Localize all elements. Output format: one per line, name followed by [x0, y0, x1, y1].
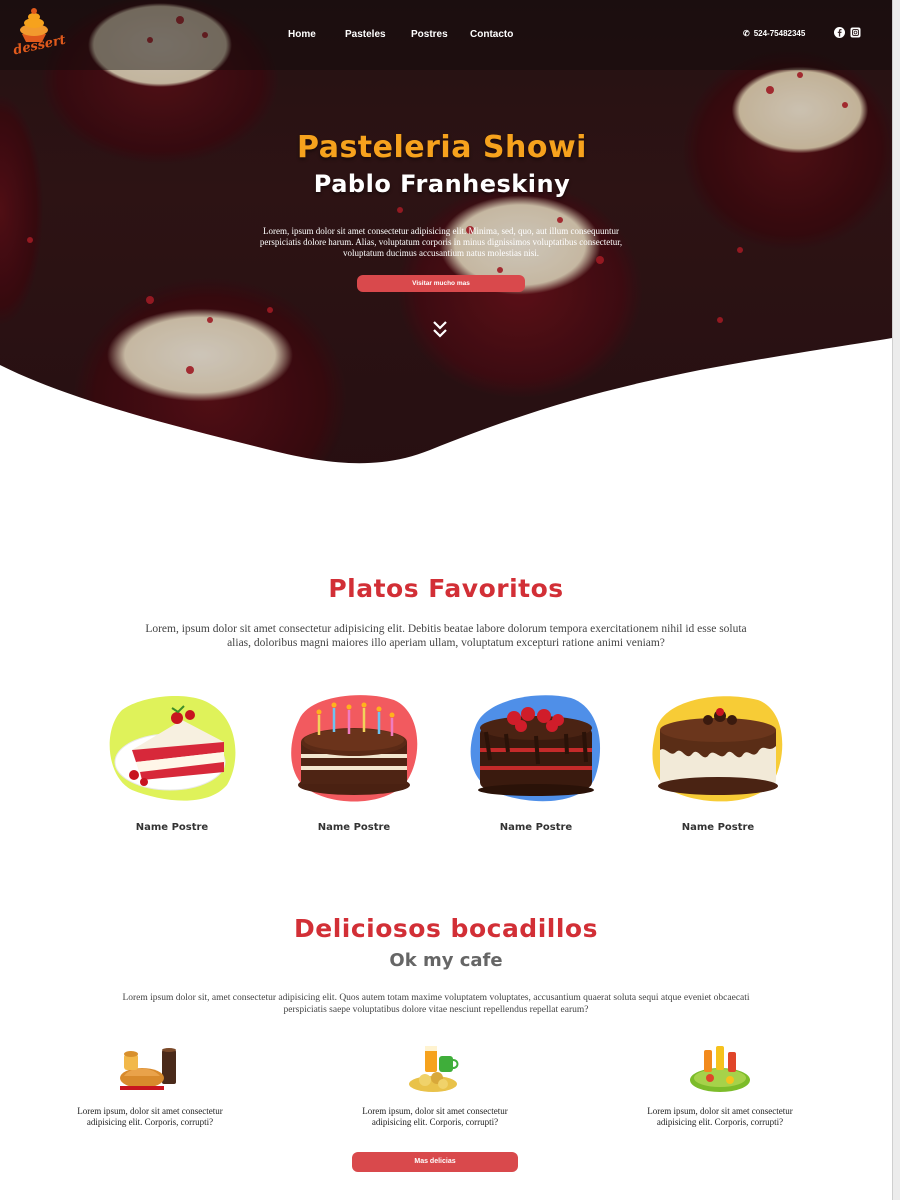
favorite-card[interactable]: Name Postre: [102, 690, 242, 840]
phone-icon: ✆: [743, 29, 750, 38]
navbar: dessert Home Pasteles Postres Contacto ✆…: [0, 0, 892, 70]
favorite-card[interactable]: Name Postre: [284, 690, 424, 840]
phone-number-text: 524-75482345: [753, 29, 806, 38]
double-chevron-down-icon[interactable]: [431, 319, 449, 341]
favorite-card-name: Name Postre: [135, 822, 209, 833]
birthday-cake-image: [291, 695, 418, 802]
snacks-subtitle: Ok my cafe: [389, 950, 503, 971]
snack-item-text: Lorem ipsum, dolor sit amet consectetur …: [647, 1106, 793, 1127]
hero-wave-divider: [0, 338, 892, 480]
hero-description: Lorem, ipsum dolor sit amet consectetur …: [259, 226, 623, 258]
favorite-card-name: Name Postre: [681, 822, 755, 833]
snacks-title: Deliciosos bocadillos: [294, 914, 598, 943]
favorites-description: Lorem, ipsum dolor sit amet consectetur …: [145, 623, 747, 649]
instagram-icon[interactable]: [850, 27, 861, 38]
facebook-icon[interactable]: [834, 27, 845, 38]
chocolate-berry-cake-image: [470, 695, 601, 802]
dessert-logo[interactable]: dessert: [6, 4, 67, 64]
page-scrollbar[interactable]: [892, 0, 900, 1200]
nav-link-pasteles[interactable]: Pasteles: [345, 29, 386, 40]
snack-item-text: Lorem ipsum, dolor sit amet consectetur …: [362, 1106, 508, 1127]
nav-link-postres[interactable]: Postres: [411, 29, 448, 40]
hero-subtitle: Pablo Franheskiny: [313, 170, 571, 198]
juice-breakfast-image: [409, 1046, 459, 1092]
chocolate-drip-cake-image: [652, 696, 783, 802]
favorite-card-name: Name Postre: [317, 822, 391, 833]
favorite-card-name: Name Postre: [499, 822, 573, 833]
favorite-card[interactable]: Name Postre: [466, 690, 606, 840]
favorites-title: Platos Favoritos: [328, 574, 564, 603]
favorite-card[interactable]: Name Postre: [648, 690, 788, 840]
phone-number[interactable]: ✆ 524-75482345: [743, 29, 805, 38]
hero-section: dessert Home Pasteles Postres Contacto ✆…: [0, 0, 892, 480]
strawberry-cake-slice-image: [109, 695, 236, 801]
croissant-coffee-image: [120, 1048, 176, 1090]
visit-more-button[interactable]: Visitar mucho mas: [357, 275, 525, 292]
more-delights-button[interactable]: Mas delicias: [352, 1152, 518, 1172]
nav-link-home[interactable]: Home: [288, 29, 316, 40]
nav-link-contacto[interactable]: Contacto: [470, 29, 513, 40]
hero-title: Pasteleria Showi: [297, 130, 587, 165]
salad-juice-platter-image: [690, 1046, 750, 1092]
snack-item-text: Lorem ipsum, dolor sit amet consectetur …: [77, 1106, 223, 1127]
snacks-description: Lorem ipsum dolor sit, amet consectetur …: [122, 993, 750, 1015]
